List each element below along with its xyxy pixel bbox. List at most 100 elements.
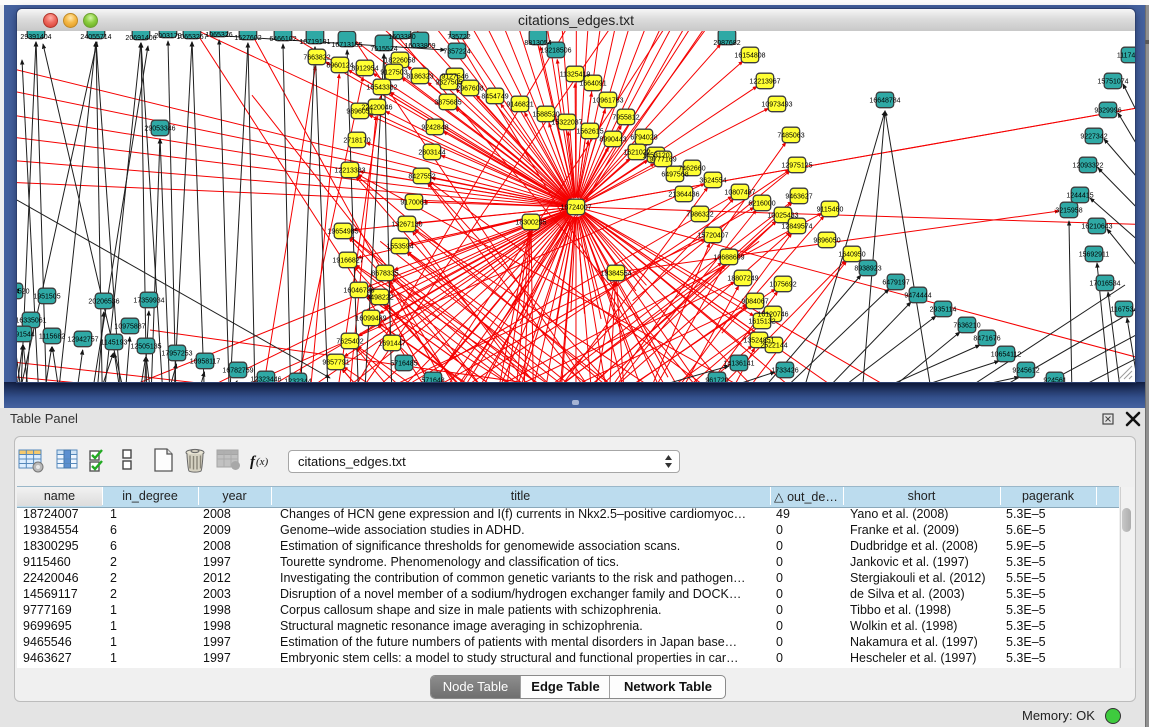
svg-text:2935114: 2935114 <box>930 306 957 313</box>
svg-text:12213967: 12213967 <box>749 78 780 85</box>
svg-text:9115460: 9115460 <box>817 206 844 213</box>
svg-text:924561: 924561 <box>1043 377 1066 382</box>
svg-text:16210643: 16210643 <box>1081 223 1112 230</box>
svg-text:19654985: 19654985 <box>327 228 358 235</box>
svg-text:1145193: 1145193 <box>101 339 128 346</box>
svg-text:13267130: 13267130 <box>391 221 422 228</box>
svg-text:5716485: 5716485 <box>390 360 417 367</box>
svg-text:1951505: 1951505 <box>33 293 60 300</box>
svg-text:16120746: 16120746 <box>757 311 788 318</box>
svg-text:7636210: 7636210 <box>953 322 980 329</box>
svg-text:10025433: 10025433 <box>767 212 798 219</box>
svg-text:12849574: 12849574 <box>781 223 812 230</box>
svg-text:1244415: 1244415 <box>1066 192 1093 199</box>
svg-text:6216000: 6216000 <box>748 200 775 207</box>
svg-text:19218506: 19218506 <box>540 47 571 54</box>
svg-text:1588520: 1588520 <box>532 111 559 118</box>
svg-text:15692911: 15692911 <box>1079 251 1110 258</box>
svg-text:16782759: 16782759 <box>222 367 253 374</box>
svg-text:15720407: 15720407 <box>697 232 728 239</box>
svg-text:1691447: 1691447 <box>378 340 405 347</box>
svg-text:14136141: 14136141 <box>723 360 754 367</box>
svg-text:18807249: 18807249 <box>727 275 758 282</box>
svg-text:9777169: 9777169 <box>649 156 676 163</box>
svg-text:2803144: 2803144 <box>418 149 445 156</box>
svg-text:7462660: 7462660 <box>678 165 705 172</box>
svg-text:12975125: 12975125 <box>781 162 812 169</box>
svg-text:1115682: 1115682 <box>39 333 65 340</box>
svg-text:9245612: 9245612 <box>1012 367 1039 374</box>
svg-text:9896051: 9896051 <box>346 108 373 115</box>
svg-text:20206536: 20206536 <box>88 298 119 305</box>
svg-text:1117421: 1117421 <box>1117 52 1135 59</box>
svg-text:21364436: 21364436 <box>668 191 699 198</box>
svg-text:2967608: 2967608 <box>456 85 483 92</box>
svg-text:8813054: 8813054 <box>524 40 551 47</box>
svg-text:10653267: 10653267 <box>176 34 207 41</box>
svg-text:961720: 961720 <box>705 377 728 382</box>
svg-text:8471676: 8471676 <box>973 335 1000 342</box>
svg-text:12323446: 12323446 <box>250 376 281 382</box>
svg-text:16099489: 16099489 <box>355 315 386 322</box>
svg-text:9170061: 9170061 <box>400 199 427 206</box>
svg-text:17957253: 17957253 <box>161 350 192 357</box>
svg-text:17016534: 17016534 <box>1089 280 1120 287</box>
svg-text:24055714: 24055714 <box>80 34 111 41</box>
svg-text:1065326: 1065326 <box>205 32 232 39</box>
svg-text:7625402: 7625402 <box>336 338 363 345</box>
svg-text:16543382: 16543382 <box>366 84 397 91</box>
svg-text:16648784: 16648784 <box>869 97 900 104</box>
svg-text:3624554: 3624554 <box>699 177 726 184</box>
svg-text:16046736: 16046736 <box>343 287 374 294</box>
svg-text:12093322: 12093322 <box>1072 162 1103 169</box>
svg-text:16154808: 16154808 <box>734 52 765 59</box>
svg-text:9242848: 9242848 <box>421 124 448 131</box>
svg-text:9329996: 9329996 <box>1094 107 1121 114</box>
svg-text:18724007: 18724007 <box>560 204 591 211</box>
svg-text:12942757: 12942757 <box>67 336 98 343</box>
svg-text:8990443: 8990443 <box>599 136 626 143</box>
svg-text:12213383: 12213383 <box>334 167 365 174</box>
svg-text:9146821: 9146821 <box>506 101 533 108</box>
svg-text:7663822: 7663822 <box>303 54 330 61</box>
svg-text:9857791: 9857791 <box>322 359 349 366</box>
svg-text:7955812: 7955812 <box>612 114 639 121</box>
svg-text:1664091: 1664091 <box>579 80 606 87</box>
svg-text:18226058: 18226058 <box>384 57 415 64</box>
svg-text:735722: 735722 <box>447 34 470 41</box>
svg-text:12505135: 12505135 <box>130 343 161 350</box>
svg-text:1603380: 1603380 <box>388 34 415 41</box>
svg-text:2718170: 2718170 <box>343 137 370 144</box>
svg-text:9896050: 9896050 <box>813 237 840 244</box>
svg-text:26160520: 26160520 <box>17 288 30 295</box>
svg-text:8960124: 8960124 <box>326 62 353 69</box>
svg-text:11325419: 11325419 <box>560 71 591 78</box>
svg-text:1640950: 1640950 <box>838 251 865 258</box>
svg-text:10807487: 10807487 <box>724 189 755 196</box>
svg-text:16713155: 16713155 <box>331 42 362 49</box>
svg-text:29053346: 29053346 <box>144 125 175 132</box>
svg-text:15322037: 15322037 <box>551 119 582 126</box>
svg-text:1553594: 1553594 <box>386 243 413 250</box>
svg-text:(x): (x) <box>256 456 269 468</box>
svg-text:7986322: 7986322 <box>686 211 713 218</box>
svg-text:16033809: 16033809 <box>404 43 435 50</box>
svg-text:8427552: 8427552 <box>408 173 435 180</box>
svg-text:9474444: 9474444 <box>904 292 931 299</box>
svg-text:8938923: 8938923 <box>854 265 881 272</box>
svg-text:18300295: 18300295 <box>515 219 546 226</box>
svg-text:2522144: 2522144 <box>760 342 787 349</box>
svg-text:10719181: 10719181 <box>299 39 330 46</box>
svg-text:8678335: 8678335 <box>371 270 398 277</box>
svg-text:1232344: 1232344 <box>284 378 311 382</box>
svg-text:8912954: 8912954 <box>351 65 378 72</box>
svg-text:17359934: 17359934 <box>133 297 164 304</box>
svg-text:10654112: 10654112 <box>991 351 1022 358</box>
svg-text:19384554: 19384554 <box>600 270 631 277</box>
svg-text:20691406: 20691406 <box>125 35 156 42</box>
svg-text:16335061: 16335061 <box>17 317 47 324</box>
svg-text:29391404: 29391404 <box>20 34 51 41</box>
svg-text:3498222: 3498222 <box>366 294 393 301</box>
svg-text:391544: 391544 <box>17 331 35 338</box>
svg-text:9127503: 9127503 <box>380 69 407 76</box>
